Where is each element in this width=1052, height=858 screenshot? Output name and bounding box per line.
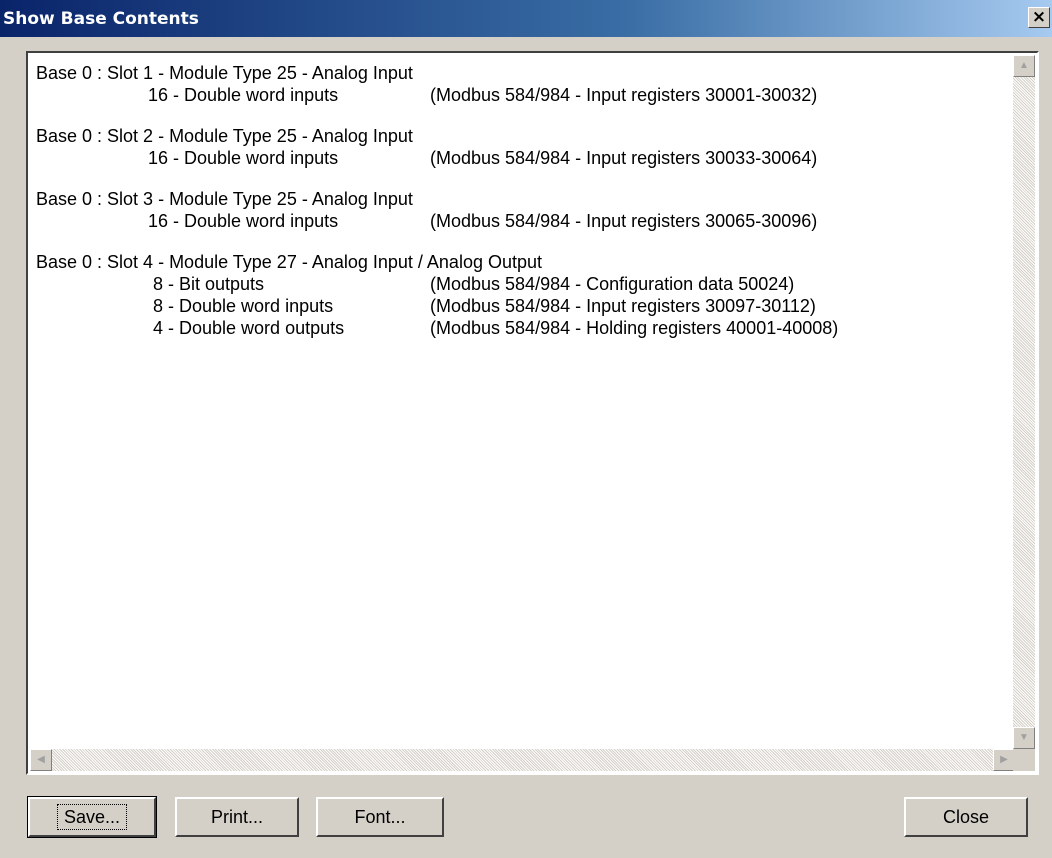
slot-block: Base 0 : Slot 1 - Module Type 25 - Analo… bbox=[36, 62, 1006, 106]
io-register-desc: (Modbus 584/984 - Input registers 30033-… bbox=[430, 148, 818, 168]
io-register-desc: (Modbus 584/984 - Configuration data 500… bbox=[430, 274, 795, 294]
io-line: 16 - Double word inputs (Modbus 584/984 … bbox=[36, 84, 1006, 106]
print-button[interactable]: Print... bbox=[175, 797, 299, 837]
slot-header: Base 0 : Slot 3 - Module Type 25 - Analo… bbox=[36, 189, 413, 209]
slot-block: Base 0 : Slot 3 - Module Type 25 - Analo… bbox=[36, 188, 1006, 232]
io-count-label: 4 - Double word outputs bbox=[148, 318, 345, 338]
io-register-desc: (Modbus 584/984 - Input registers 30001-… bbox=[430, 85, 818, 105]
io-line: 8 - Bit outputs (Modbus 584/984 - Config… bbox=[36, 273, 1006, 295]
close-button[interactable]: Close bbox=[904, 797, 1028, 837]
scroll-right-icon[interactable]: ▶ bbox=[993, 749, 1015, 771]
io-count-label: 8 - Bit outputs bbox=[148, 274, 265, 294]
slot-header: Base 0 : Slot 2 - Module Type 25 - Analo… bbox=[36, 126, 413, 146]
font-button-label: Font... bbox=[354, 806, 406, 827]
io-line: 4 - Double word outputs (Modbus 584/984 … bbox=[36, 317, 1006, 339]
show-base-contents-dialog: Show Base Contents × Base 0 : Slot 1 - M… bbox=[0, 0, 1052, 858]
window-title: Show Base Contents bbox=[3, 9, 199, 29]
horizontal-scrollbar[interactable]: ◀ ▶ bbox=[30, 749, 1015, 771]
scroll-down-icon[interactable]: ▼ bbox=[1013, 727, 1035, 749]
save-button-label: Save... bbox=[56, 804, 128, 830]
io-register-desc: (Modbus 584/984 - Input registers 30065-… bbox=[430, 211, 818, 231]
print-button-label: Print... bbox=[210, 806, 263, 827]
io-register-desc: (Modbus 584/984 - Input registers 30097-… bbox=[430, 296, 816, 316]
io-register-desc: (Modbus 584/984 - Holding registers 4000… bbox=[430, 318, 839, 338]
vertical-scrollbar[interactable]: ▲ ▼ bbox=[1013, 55, 1035, 749]
io-count-label: 8 - Double word inputs bbox=[148, 296, 334, 316]
scroll-left-icon[interactable]: ◀ bbox=[30, 749, 52, 771]
io-count-label: 16 - Double word inputs bbox=[148, 148, 339, 168]
io-line: 16 - Double word inputs (Modbus 584/984 … bbox=[36, 147, 1006, 169]
save-button[interactable]: Save... bbox=[27, 796, 157, 838]
font-button[interactable]: Font... bbox=[316, 797, 444, 837]
close-icon[interactable]: × bbox=[1028, 7, 1050, 28]
io-count-label: 16 - Double word inputs bbox=[148, 85, 339, 105]
io-line: 16 - Double word inputs (Modbus 584/984 … bbox=[36, 210, 1006, 232]
close-button-label: Close bbox=[942, 806, 990, 827]
title-bar: Show Base Contents × bbox=[0, 0, 1052, 37]
base-contents-text: Base 0 : Slot 1 - Module Type 25 - Analo… bbox=[36, 62, 1006, 752]
slot-header: Base 0 : Slot 4 - Module Type 27 - Analo… bbox=[36, 252, 543, 272]
io-count-label: 16 - Double word inputs bbox=[148, 211, 339, 231]
scroll-up-icon[interactable]: ▲ bbox=[1013, 55, 1035, 77]
scrollbar-corner bbox=[1013, 749, 1035, 771]
base-contents-text-view[interactable]: Base 0 : Slot 1 - Module Type 25 - Analo… bbox=[26, 51, 1039, 775]
slot-header: Base 0 : Slot 1 - Module Type 25 - Analo… bbox=[36, 63, 413, 83]
slot-block: Base 0 : Slot 4 - Module Type 27 - Analo… bbox=[36, 251, 1006, 339]
io-line: 8 - Double word inputs (Modbus 584/984 -… bbox=[36, 295, 1006, 317]
slot-block: Base 0 : Slot 2 - Module Type 25 - Analo… bbox=[36, 125, 1006, 169]
